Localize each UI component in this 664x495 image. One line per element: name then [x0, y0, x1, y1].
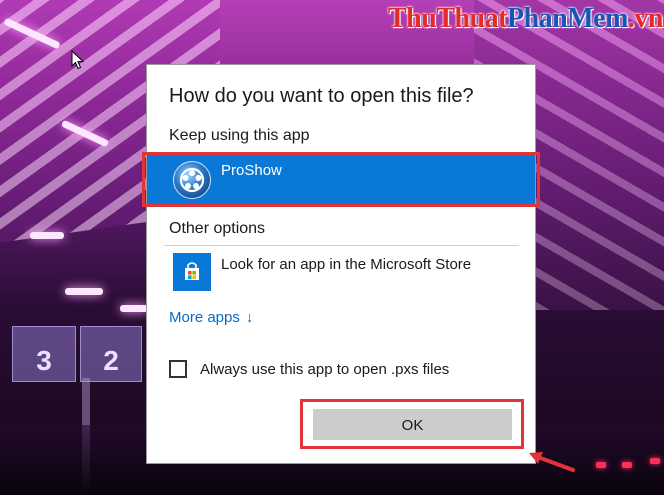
site-watermark: ThuThuatPhanMem.vn: [388, 3, 664, 37]
arrow-down-icon: ↓: [245, 309, 254, 326]
proshow-reel-icon: [179, 167, 205, 193]
signal-light: [596, 462, 606, 468]
signal-light: [650, 458, 660, 464]
platform-number: 3: [36, 345, 52, 376]
platform-number: 2: [103, 345, 119, 376]
store-option-label: Look for an app in the Microsoft Store: [221, 256, 472, 273]
proshow-icon: [173, 161, 211, 199]
always-use-label: Always use this app to open .pxs files: [200, 361, 450, 378]
divider: [164, 153, 519, 154]
always-use-checkbox[interactable]: [169, 360, 187, 378]
ceiling-light: [30, 232, 64, 239]
platform-sign: 2: [80, 326, 142, 382]
ok-button[interactable]: OK: [313, 409, 512, 440]
store-option[interactable]: Look for an app in the Microsoft Store: [147, 249, 535, 297]
dialog-title: How do you want to open this file?: [169, 85, 474, 107]
ceiling-light: [65, 288, 103, 295]
divider: [164, 245, 519, 246]
watermark-part1: ThuThuat: [388, 3, 507, 34]
platform-sign: 3: [12, 326, 76, 382]
store-bag-icon: [185, 262, 199, 280]
keep-using-heading: Keep using this app: [169, 127, 310, 144]
ceiling-light: [120, 305, 148, 312]
mouse-cursor-icon: [71, 50, 85, 70]
more-apps-link[interactable]: More apps ↓: [169, 309, 253, 326]
microsoft-store-icon: [173, 253, 211, 291]
watermark-part3: .vn: [627, 3, 664, 34]
signal-light: [622, 462, 632, 468]
pointer-arrow-icon: [529, 452, 575, 472]
more-apps-label: More apps: [169, 309, 240, 326]
other-options-heading: Other options: [169, 220, 266, 237]
open-with-dialog: How do you want to open this file? Keep …: [146, 64, 536, 464]
app-option-label: ProShow: [221, 162, 282, 179]
watermark-part2: PhanMem: [506, 3, 628, 34]
app-option-proshow[interactable]: ProShow: [147, 155, 535, 205]
